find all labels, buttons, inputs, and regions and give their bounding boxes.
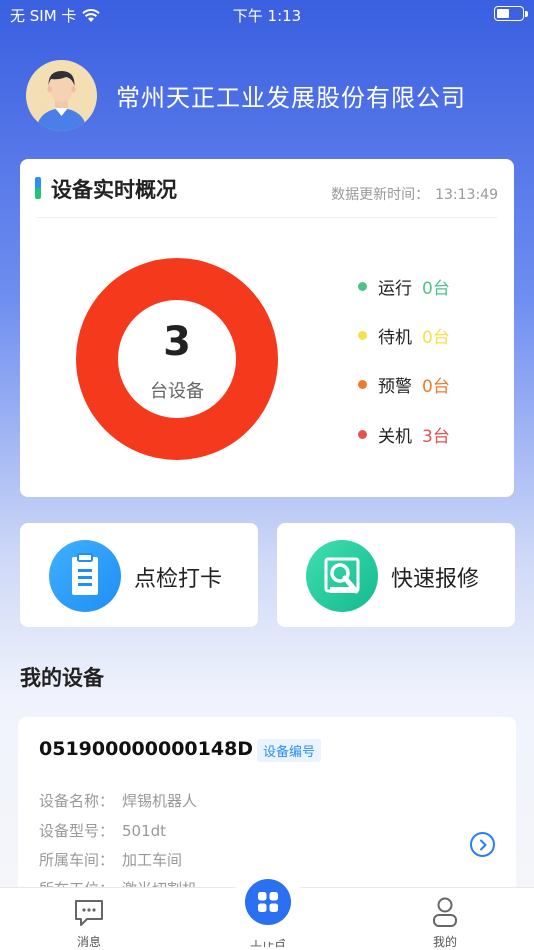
overview-title: 设备实时概况 xyxy=(51,178,177,202)
inspection-checkin-label: 点检打卡 xyxy=(134,567,223,592)
quick-repair-label: 快速报修 xyxy=(391,567,480,592)
inspection-checkin-button[interactable]: 点检打卡 xyxy=(20,523,258,627)
update-time-value: 13:13:49 xyxy=(435,187,498,203)
legend-item-standby: 待机 0台 xyxy=(358,323,508,348)
legend-dot xyxy=(358,429,367,439)
battery-cap xyxy=(525,11,528,17)
divider xyxy=(36,217,498,218)
legend-value: 0台 xyxy=(422,278,450,299)
clipboard-icon xyxy=(49,540,121,612)
tab-messages-label: 消息 xyxy=(76,935,101,949)
legend-value: 0台 xyxy=(422,376,450,397)
device-total: 3 xyxy=(163,319,191,365)
status-bar: 无 SIM 卡 下午 1:13 xyxy=(0,0,534,28)
device-workshop-row: 所属车间： 加工车间 xyxy=(39,849,182,870)
tab-messages[interactable]: 消息 xyxy=(29,888,149,950)
device-model-label: 设备型号： xyxy=(39,822,115,840)
device-id-tag: 设备编号 xyxy=(257,739,322,762)
legend-item-warning: 预警 0台 xyxy=(358,372,508,397)
update-time: 数据更新时间： 13:13:49 xyxy=(331,184,498,204)
equipment-overview-card: 设备实时概况 数据更新时间： 13:13:49 3 台设备 运行 0台 待机 0台… xyxy=(20,159,514,497)
tab-mine[interactable]: 我的 xyxy=(385,888,505,950)
title-marker xyxy=(35,177,41,199)
device-id: 051900000000148D xyxy=(39,738,254,760)
device-name-value: 焊锡机器人 xyxy=(122,792,198,810)
message-icon xyxy=(75,900,103,926)
legend-name: 待机 xyxy=(378,327,412,348)
company-name: 常州天正工业发展股份有限公司 xyxy=(116,84,466,112)
device-model-row: 设备型号： 501dt xyxy=(39,820,166,841)
legend-dot xyxy=(358,330,367,340)
my-devices-title: 我的设备 xyxy=(20,666,104,690)
legend-name: 预警 xyxy=(378,376,412,397)
repair-wrench-icon xyxy=(306,540,378,612)
battery-level xyxy=(497,9,509,18)
user-avatar-icon[interactable] xyxy=(26,60,97,131)
chevron-right-icon[interactable] xyxy=(470,832,495,857)
legend-name: 关机 xyxy=(378,426,412,447)
device-workshop-label: 所属车间： xyxy=(39,851,115,869)
person-icon xyxy=(433,897,457,927)
tab-mine-label: 我的 xyxy=(432,935,457,949)
legend-item-off: 关机 3台 xyxy=(358,422,508,447)
grid-icon[interactable] xyxy=(245,879,291,925)
device-name-label: 设备名称： xyxy=(39,792,115,810)
device-model-value: 501dt xyxy=(122,822,167,840)
quick-repair-button[interactable]: 快速报修 xyxy=(277,523,515,627)
legend-value: 0台 xyxy=(422,327,450,348)
legend-dot xyxy=(358,281,367,291)
clock: 下午 1:13 xyxy=(232,7,302,25)
legend-name: 运行 xyxy=(378,278,412,299)
legend-item-running: 运行 0台 xyxy=(358,274,508,299)
legend-value: 3台 xyxy=(422,426,450,447)
device-name-row: 设备名称： 焊锡机器人 xyxy=(39,790,197,811)
device-total-label: 台设备 xyxy=(150,381,204,402)
battery-icon xyxy=(494,6,524,21)
device-workshop-value: 加工车间 xyxy=(122,851,183,869)
legend-dot xyxy=(358,379,367,389)
update-time-label: 数据更新时间： xyxy=(331,187,430,203)
